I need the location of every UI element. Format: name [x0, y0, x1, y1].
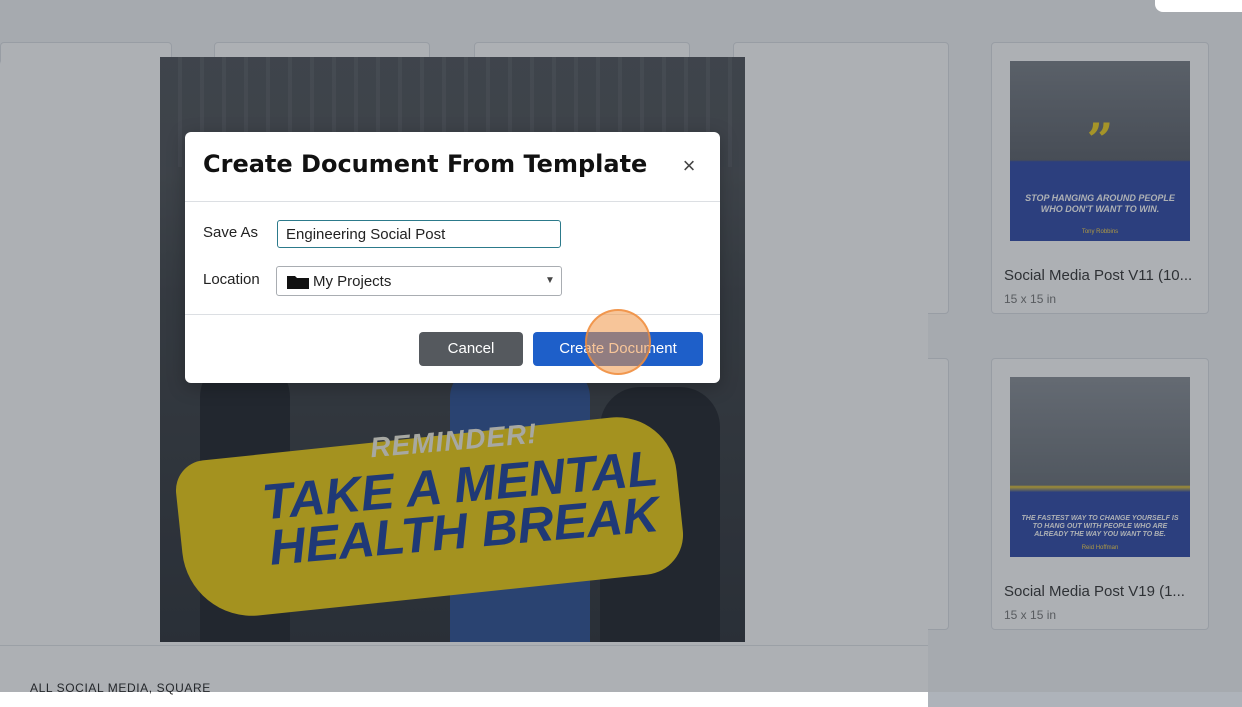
dialog-divider [185, 201, 720, 202]
location-label: Location [203, 271, 260, 288]
chevron-down-icon: ▼ [545, 275, 555, 286]
folder-icon [287, 276, 309, 289]
click-indicator [585, 309, 651, 375]
location-value: My Projects [313, 273, 392, 290]
close-icon[interactable]: × [677, 154, 701, 178]
dialog-title: Create Document From Template [203, 150, 648, 178]
save-as-input[interactable] [277, 220, 561, 248]
cancel-button[interactable]: Cancel [419, 332, 523, 366]
dialog-divider [185, 314, 720, 315]
location-select[interactable]: My Projects ▼ [276, 266, 562, 296]
top-right-panel-edge [1155, 0, 1242, 12]
save-as-label: Save As [203, 224, 259, 241]
